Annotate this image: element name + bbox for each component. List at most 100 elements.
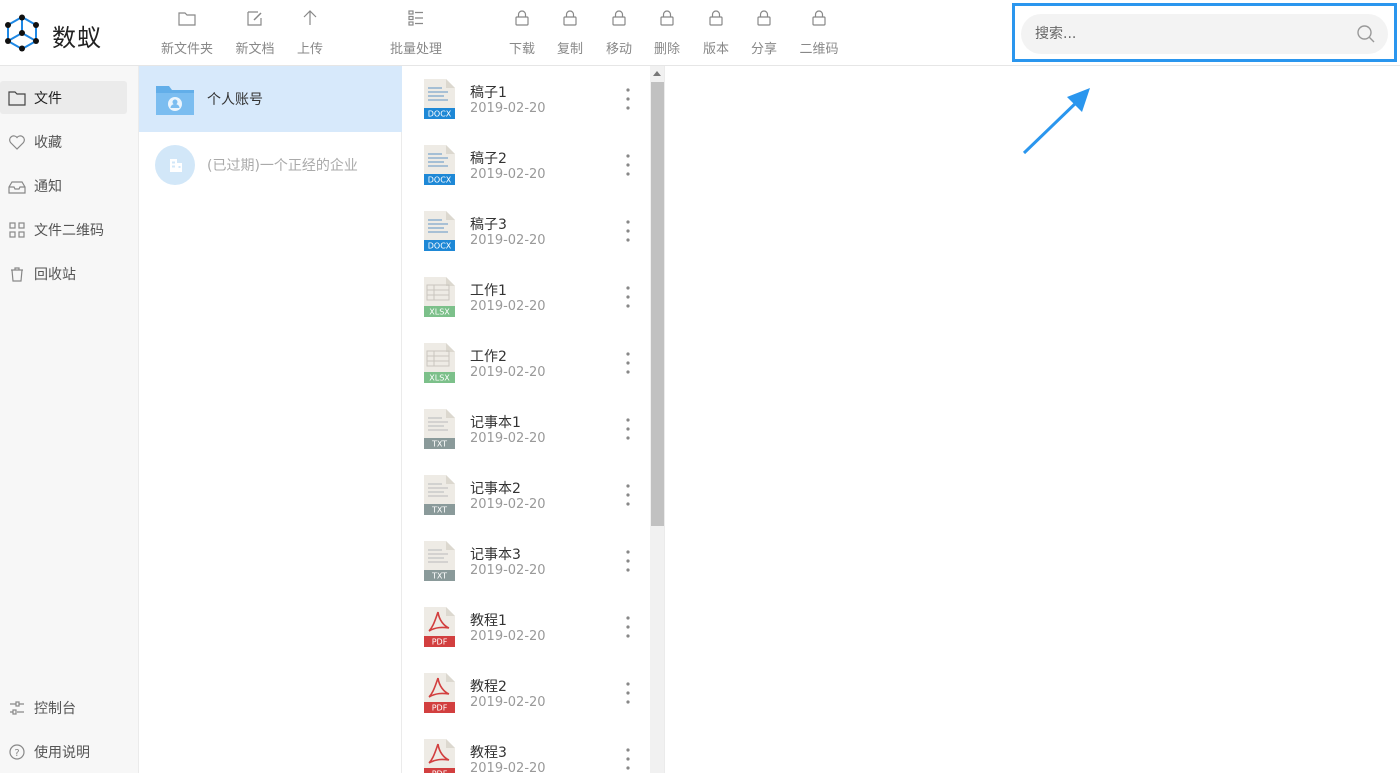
app-name: 数蚁 [52, 23, 102, 52]
app-logo[interactable]: 数蚁 [4, 14, 102, 56]
nav-item-file-qrcode[interactable]: 文件二维码 [0, 213, 127, 246]
console-icon [0, 700, 34, 716]
more-options-icon[interactable] [620, 614, 636, 640]
more-options-icon[interactable] [620, 86, 636, 112]
more-options-icon[interactable] [620, 548, 636, 574]
nav-item-files[interactable]: 文件 [0, 81, 127, 114]
qrcode-button[interactable]: 二维码 [789, 8, 849, 57]
account-personal[interactable]: 个人账号 [139, 66, 402, 132]
file-type-label: PDF [432, 638, 448, 647]
more-options-icon[interactable] [620, 416, 636, 442]
txt-file-icon: TXT [422, 540, 456, 582]
scroll-up-arrow-icon[interactable] [653, 71, 661, 76]
nav-item-notifications[interactable]: 通知 [0, 169, 127, 202]
txt-file-icon: TXT [422, 408, 456, 450]
docx-file-icon: DOCX [422, 144, 456, 186]
file-name: 工作2 [470, 349, 507, 365]
file-row[interactable]: PDF 教程1 2019-02-20 [402, 594, 650, 660]
file-row[interactable]: DOCX 稿子2 2019-02-20 [402, 132, 650, 198]
left-nav: 文件 收藏 通知 文件二维码 回收站 控制台 ? 使用说明 [0, 66, 139, 773]
svg-text:?: ? [14, 748, 19, 759]
search-icon[interactable] [1356, 24, 1376, 48]
file-row[interactable]: DOCX 稿子3 2019-02-20 [402, 198, 650, 264]
new-folder-button[interactable]: 新文件夹 [157, 8, 217, 57]
txt-file-icon: TXT [422, 474, 456, 516]
more-options-icon[interactable] [620, 482, 636, 508]
file-date: 2019-02-20 [470, 761, 546, 773]
more-options-icon[interactable] [620, 350, 636, 376]
pdf-file-icon: PDF [422, 606, 456, 648]
docx-file-icon: DOCX [422, 78, 456, 120]
file-name: 教程2 [470, 679, 507, 695]
more-options-icon[interactable] [620, 746, 636, 772]
user-folder-icon [155, 82, 195, 116]
file-row[interactable]: XLSX 工作2 2019-02-20 [402, 330, 650, 396]
logo-icon [4, 14, 40, 56]
file-row[interactable]: TXT 记事本1 2019-02-20 [402, 396, 650, 462]
file-name: 教程1 [470, 613, 507, 629]
lock-icon [734, 10, 794, 32]
batch-button[interactable]: 批量处理 [386, 8, 446, 57]
file-date: 2019-02-20 [470, 629, 546, 644]
file-date: 2019-02-20 [470, 563, 546, 578]
file-name: 工作1 [470, 283, 507, 299]
account-enterprise[interactable]: (已过期)一个正经的企业 [139, 132, 402, 198]
file-type-label: DOCX [428, 110, 452, 119]
file-type-label: XLSX [429, 374, 450, 383]
nav-item-trash[interactable]: 回收站 [0, 257, 127, 290]
file-icon [0, 90, 34, 106]
file-date: 2019-02-20 [470, 497, 546, 512]
nav-item-console[interactable]: 控制台 [0, 691, 127, 724]
enterprise-icon [155, 145, 195, 185]
search-box [1021, 14, 1388, 54]
file-row[interactable]: TXT 记事本3 2019-02-20 [402, 528, 650, 594]
more-options-icon[interactable] [620, 218, 636, 244]
file-date: 2019-02-20 [470, 431, 546, 446]
inbox-icon [0, 178, 34, 194]
heart-icon [0, 134, 34, 150]
new-doc-button[interactable]: 新文档 [225, 8, 285, 57]
file-date: 2019-02-20 [470, 101, 546, 116]
more-options-icon[interactable] [620, 680, 636, 706]
file-type-label: PDF [432, 770, 448, 773]
file-date: 2019-02-20 [470, 233, 546, 248]
qrcode-icon [0, 221, 34, 238]
edit-icon [225, 10, 285, 32]
pdf-file-icon: PDF [422, 738, 456, 773]
file-name: 稿子3 [470, 217, 507, 233]
pdf-file-icon: PDF [422, 672, 456, 714]
upload-button[interactable]: 上传 [280, 8, 340, 57]
file-name: 记事本3 [470, 547, 521, 563]
file-type-label: PDF [432, 704, 448, 713]
file-name: 教程3 [470, 745, 507, 761]
help-icon: ? [0, 743, 34, 760]
lock-icon [789, 10, 849, 32]
file-type-label: DOCX [428, 176, 452, 185]
file-type-label: TXT [431, 506, 447, 515]
top-bar: 数蚁 新文件夹 新文档 上传 批量处理 下载 复制 移动 删除 版本 分享 二维… [0, 0, 1400, 66]
docx-file-icon: DOCX [422, 210, 456, 252]
folder-icon [157, 10, 217, 32]
file-type-label: TXT [431, 572, 447, 581]
file-row[interactable]: PDF 教程2 2019-02-20 [402, 660, 650, 726]
file-row[interactable]: DOCX 稿子1 2019-02-20 [402, 66, 650, 132]
scroll-thumb[interactable] [651, 82, 664, 526]
file-name: 稿子2 [470, 151, 507, 167]
scrollbar[interactable] [650, 66, 664, 773]
file-row[interactable]: XLSX 工作1 2019-02-20 [402, 264, 650, 330]
nav-item-help[interactable]: ? 使用说明 [0, 735, 127, 768]
file-row[interactable]: PDF 教程3 2019-02-20 [402, 726, 650, 773]
more-options-icon[interactable] [620, 284, 636, 310]
nav-item-favorites[interactable]: 收藏 [0, 125, 127, 158]
file-list: DOCX 稿子1 2019-02-20 DOCX 稿子2 2019-02-20 [402, 66, 665, 773]
search-highlight-box [1012, 3, 1397, 62]
file-name: 稿子1 [470, 85, 507, 101]
share-button[interactable]: 分享 [734, 8, 794, 57]
file-date: 2019-02-20 [470, 695, 546, 710]
file-row[interactable]: TXT 记事本2 2019-02-20 [402, 462, 650, 528]
file-type-label: TXT [431, 440, 447, 449]
more-options-icon[interactable] [620, 152, 636, 178]
search-input[interactable] [1035, 14, 1335, 54]
trash-icon [0, 266, 34, 282]
annotation-arrow-icon [1022, 88, 1090, 155]
